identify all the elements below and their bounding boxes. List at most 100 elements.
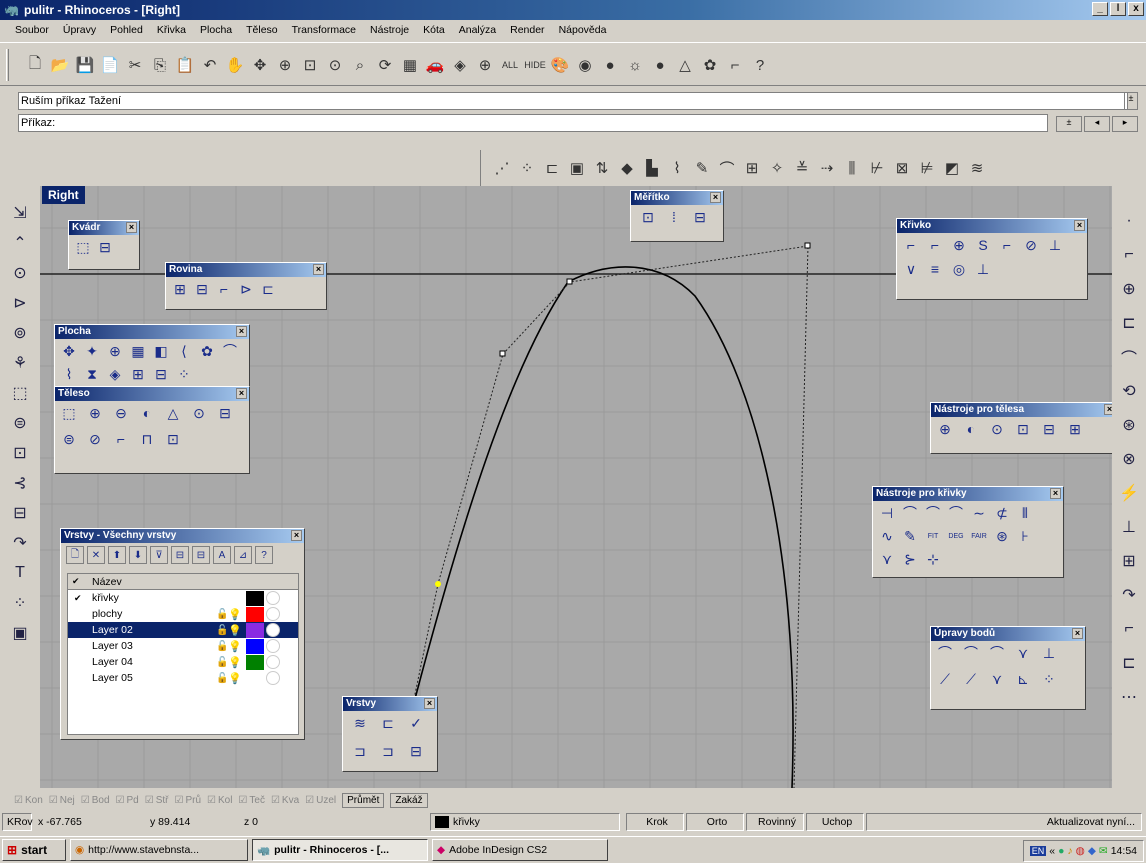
nastroje-telesa-tool-icon[interactable]: ⊙ [988, 420, 1006, 438]
vrstvy-tool-icon[interactable]: ⊐ [379, 742, 397, 760]
vrstvy-tool-icon[interactable]: ⊟ [407, 742, 425, 760]
teleso-tool-icon[interactable]: ⊘ [86, 430, 104, 448]
left-tool-icon[interactable]: T [7, 560, 33, 586]
toolbar-button-icon[interactable]: ⊕ [474, 54, 496, 76]
upravy-bodu-tool-icon[interactable]: ⟋ [936, 670, 954, 688]
plocha-tool-icon[interactable]: ✿ [198, 342, 216, 360]
curve-tool-icon[interactable]: ✎ [691, 157, 713, 179]
right-tool-icon[interactable]: ⊥ [1116, 514, 1142, 540]
start-button[interactable]: ⊞ start [2, 839, 66, 861]
nastroje-krivky-tool-icon[interactable]: ⌒ [947, 504, 965, 522]
lock-icon[interactable]: 🔓 [216, 641, 228, 652]
krivko-tool-icon[interactable]: ⊥ [1046, 236, 1064, 254]
nastroje-telesa-tool-icon[interactable]: ◐ [962, 420, 980, 438]
upravy-bodu-tool-icon[interactable]: ⌒ [988, 644, 1006, 662]
layer-tool-icon[interactable]: ✕ [87, 546, 105, 564]
status-layer[interactable]: křivky [430, 813, 620, 831]
menu-soubor[interactable]: Soubor [8, 24, 56, 36]
teleso-tool-icon[interactable]: ⊟ [216, 404, 234, 422]
lock-icon[interactable]: 🔓 [216, 657, 228, 668]
curve-tool-icon[interactable]: ⇢ [816, 157, 838, 179]
right-tool-icon[interactable]: ⚡ [1116, 480, 1142, 506]
layer-color-swatch[interactable] [246, 654, 264, 670]
layer-tool-icon[interactable]: A [213, 546, 231, 564]
material-circle[interactable] [266, 655, 280, 669]
layer-tool-icon[interactable]: ⬆ [108, 546, 126, 564]
rovina-tool-icon[interactable]: ⌐ [215, 280, 233, 298]
close-icon[interactable]: × [1050, 488, 1061, 499]
curve-tool-icon[interactable]: ⌒ [716, 157, 738, 179]
plocha-tool-icon[interactable]: ⧗ [83, 365, 101, 383]
krivko-tool-icon[interactable]: ⊘ [1022, 236, 1040, 254]
nastroje-krivky-tool-icon[interactable]: ⫴ [1016, 504, 1034, 522]
left-tool-icon[interactable]: ⇲ [7, 200, 33, 226]
teleso-tool-icon[interactable]: ⊜ [60, 430, 78, 448]
selected-point[interactable] [435, 581, 441, 587]
menu-teleso[interactable]: Těleso [239, 24, 285, 36]
toolbar-button-icon[interactable]: ● [599, 54, 621, 76]
layer-row[interactable]: Layer 02 🔓 💡 [68, 622, 298, 638]
menu-plocha[interactable]: Plocha [193, 24, 239, 36]
nastroje-krivky-tool-icon[interactable]: ⌒ [924, 504, 942, 522]
meritko-tool-icon[interactable]: ⁞ [665, 208, 683, 226]
toolbar-button-icon[interactable]: ✿ [699, 54, 721, 76]
krivko-tool-icon[interactable]: ◎ [950, 260, 968, 278]
curve-tool-icon[interactable]: ⊠ [891, 157, 913, 179]
panel-plocha-title[interactable]: Plocha [58, 326, 91, 337]
layer-row[interactable]: Layer 05 🔓 💡 [68, 670, 298, 686]
vrstvy-tool-icon[interactable]: ✓ [407, 714, 425, 732]
layer-row[interactable]: ✔ křivky [68, 590, 298, 606]
menu-render[interactable]: Render [503, 24, 551, 36]
curve-tool-icon[interactable]: ≋ [966, 157, 988, 179]
left-tool-icon[interactable]: ⊚ [7, 320, 33, 346]
nastroje-telesa-tool-icon[interactable]: ⊞ [1066, 420, 1084, 438]
left-tool-icon[interactable]: ⊰ [7, 470, 33, 496]
plocha-tool-icon[interactable]: ⊞ [129, 365, 147, 383]
bulb-icon[interactable]: 💡 [228, 624, 242, 637]
lock-icon[interactable]: 🔓 [216, 673, 228, 684]
layer-tool-icon[interactable]: ⬇ [129, 546, 147, 564]
osnap-2[interactable]: ☑ Bod [81, 795, 110, 806]
toolbar-button-icon[interactable]: ALL [499, 54, 521, 76]
rovina-tool-icon[interactable]: ⊞ [171, 280, 189, 298]
plocha-tool-icon[interactable]: ◈ [106, 365, 124, 383]
material-circle[interactable] [266, 591, 280, 605]
bulb-icon[interactable]: 💡 [228, 608, 242, 621]
left-tool-icon[interactable]: ⁘ [7, 590, 33, 616]
kvadr-tool-icon[interactable]: ⬚ [74, 238, 92, 256]
curve-tool-icon[interactable]: ⊞ [741, 157, 763, 179]
toolbar-button-icon[interactable]: ⌕ [349, 54, 371, 76]
close-icon[interactable]: × [1104, 404, 1112, 415]
plocha-tool-icon[interactable]: ▦ [129, 342, 147, 360]
curve-tool-icon[interactable]: ▣ [566, 157, 588, 179]
status-update[interactable]: Aktualizovat nyní... [866, 813, 1142, 831]
teleso-tool-icon[interactable]: ⊕ [86, 404, 104, 422]
layer-tool-icon[interactable]: ⊟ [192, 546, 210, 564]
close-icon[interactable]: × [1072, 628, 1083, 639]
osnap-1[interactable]: ☑ Nej [49, 795, 75, 806]
language-indicator[interactable]: EN [1029, 846, 1047, 856]
curve-tool-icon[interactable]: ⫼ [841, 157, 863, 179]
toolbar-button-icon[interactable]: 💾 [74, 54, 96, 76]
layer-row[interactable]: Layer 03 🔓 💡 [68, 638, 298, 654]
right-tool-icon[interactable]: ⊞ [1116, 548, 1142, 574]
upravy-bodu-tool-icon[interactable]: ⊥ [1040, 644, 1058, 662]
teleso-tool-icon[interactable]: ⊡ [164, 430, 182, 448]
taskbar-item-indesign[interactable]: ◆ Adobe InDesign CS2 [432, 839, 608, 861]
toolbar-button-icon[interactable]: 🗋 [24, 54, 46, 76]
upravy-bodu-tool-icon[interactable]: ⊾ [1014, 670, 1032, 688]
nastroje-krivky-tool-icon[interactable]: ⊦ [1016, 527, 1034, 545]
checkbox-icon[interactable]: ☑ [49, 795, 58, 806]
curve-tool-icon[interactable]: ▙ [641, 157, 663, 179]
upravy-bodu-tool-icon[interactable]: ⋎ [988, 670, 1006, 688]
left-tool-icon[interactable]: ⊳ [7, 290, 33, 316]
viewport-title[interactable]: Right [42, 186, 85, 204]
osnap-4[interactable]: ☑ Stř [145, 795, 169, 806]
rhino-icon[interactable]: 🦏 [4, 3, 20, 17]
curve-tool-icon[interactable]: ⇅ [591, 157, 613, 179]
close-icon[interactable]: × [236, 388, 247, 399]
krivko-tool-icon[interactable]: ⊕ [950, 236, 968, 254]
teleso-tool-icon[interactable]: ◐ [138, 404, 156, 422]
panel-nastroje-krivky-title[interactable]: Nástroje pro křivky [876, 488, 967, 499]
left-tool-icon[interactable]: ⊡ [7, 440, 33, 466]
